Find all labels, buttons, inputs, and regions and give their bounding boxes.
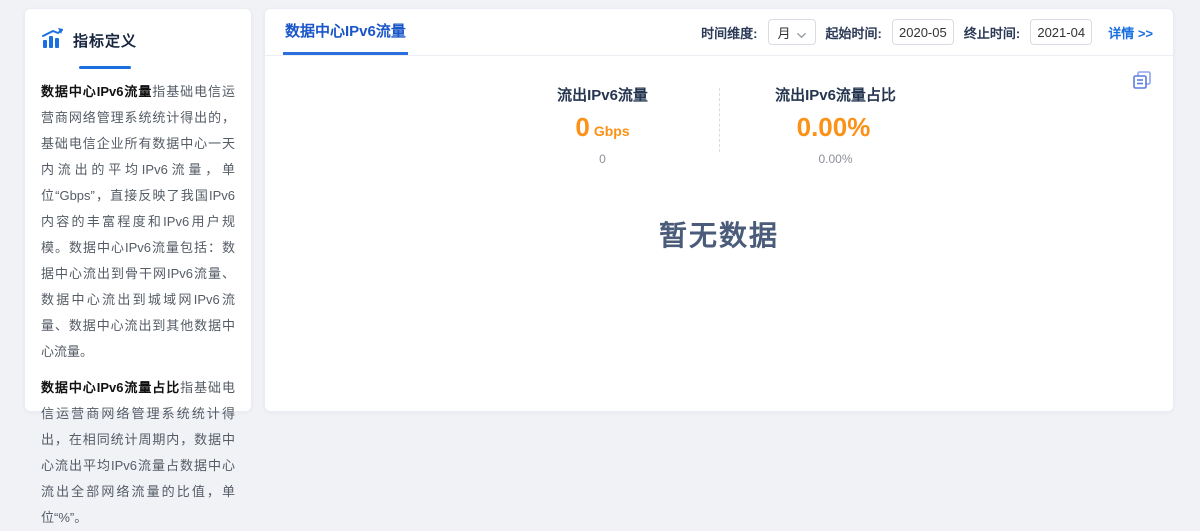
stat-unit: Gbps: [594, 123, 630, 139]
stat-value: 0.00%: [756, 113, 916, 145]
panel-header: 数据中心IPv6流量 时间维度: 月 起始时间: 终止时间: 详情 >>: [265, 9, 1173, 56]
sidebar-title-underline: [79, 66, 131, 69]
stat-outbound-ipv6-traffic: 流出IPv6流量 0 Gbps 0: [523, 84, 683, 166]
stat-number: 0.00%: [797, 112, 871, 142]
sidebar-title: 指标定义: [73, 30, 137, 51]
start-time-label: 起始时间:: [826, 23, 882, 42]
ipv6-traffic-panel: 数据中心IPv6流量 时间维度: 月 起始时间: 终止时间: 详情 >>: [264, 8, 1174, 412]
stat-label: 流出IPv6流量: [523, 84, 683, 105]
time-dimension-value: 月: [778, 23, 791, 42]
bar-chart-arrow-icon: [41, 27, 65, 54]
sidebar-header: 指标定义: [41, 27, 235, 54]
filter-bar: 时间维度: 月 起始时间: 终止时间: 详情 >>: [701, 9, 1153, 55]
stats-divider: [719, 88, 720, 152]
definition-term: 数据中心IPv6流量: [41, 84, 152, 99]
tab-datacenter-ipv6-traffic[interactable]: 数据中心IPv6流量: [283, 9, 408, 55]
stat-number: 0: [575, 112, 589, 142]
time-dimension-label: 时间维度:: [701, 23, 757, 42]
definition-term: 数据中心IPv6流量占比: [41, 380, 180, 395]
stat-sub-value: 0: [523, 152, 683, 166]
stat-label: 流出IPv6流量占比: [756, 84, 916, 105]
chevron-down-icon: [797, 28, 806, 37]
data-view-icon[interactable]: [1131, 69, 1153, 91]
end-time-input[interactable]: [1030, 19, 1092, 45]
definition-text: 指基础电信运营商网络管理系统统计得出的，基础电信企业所有数据中心一天内流出的平均…: [41, 84, 235, 359]
stat-sub-value: 0.00%: [756, 152, 916, 166]
definition-text: 指基础电信运营商网络管理系统统计得出，在相同统计周期内，数据中心流出平均IPv6…: [41, 380, 235, 525]
details-link[interactable]: 详情 >>: [1108, 23, 1153, 42]
end-time-label: 终止时间:: [964, 23, 1020, 42]
indicator-definition-panel: 指标定义 数据中心IPv6流量指基础电信运营商网络管理系统统计得出的，基础电信企…: [24, 8, 252, 412]
no-data-message: 暂无数据: [265, 214, 1173, 254]
stat-value: 0 Gbps: [523, 113, 683, 145]
time-dimension-select[interactable]: 月: [768, 19, 816, 45]
stat-outbound-ipv6-ratio: 流出IPv6流量占比 0.00% 0.00%: [756, 84, 916, 166]
definition-paragraph: 数据中心IPv6流量指基础电信运营商网络管理系统统计得出的，基础电信企业所有数据…: [41, 79, 235, 365]
stats-row: 流出IPv6流量 0 Gbps 0 流出IPv6流量占比 0.00% 0.00%: [265, 84, 1173, 166]
definition-paragraph: 数据中心IPv6流量占比指基础电信运营商网络管理系统统计得出，在相同统计周期内，…: [41, 375, 235, 531]
start-time-input[interactable]: [892, 19, 954, 45]
